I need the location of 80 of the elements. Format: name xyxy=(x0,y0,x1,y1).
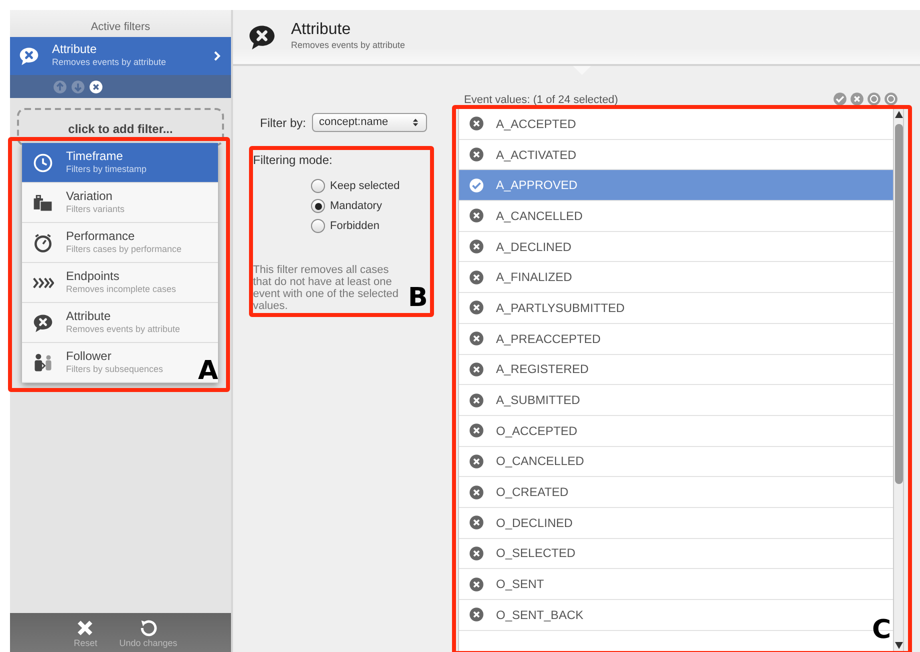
close-icon xyxy=(469,147,484,162)
filter-title: Attribute xyxy=(52,42,98,56)
list-row[interactable]: A_SUBMITTED xyxy=(459,385,893,416)
menu-item-subtitle: Filters cases by performance xyxy=(66,242,182,256)
close-icon xyxy=(469,116,484,132)
menu-item[interactable]: Performance Filters cases by performance xyxy=(22,223,218,263)
menu-item[interactable]: Variation Filters variants xyxy=(22,183,218,223)
list-row[interactable]: A_PARTLYSUBMITTED xyxy=(459,293,893,324)
menu-item-title: Follower xyxy=(66,348,112,363)
menu-item-subtitle: Removes incomplete cases xyxy=(66,282,176,296)
filter-subtitle: Removes events by attribute xyxy=(52,56,168,69)
close-icon xyxy=(469,270,484,285)
list-row[interactable]: A_ACCEPTED xyxy=(459,109,893,140)
radio-label: Keep selected xyxy=(330,178,400,194)
menu-item[interactable]: Attribute Removes events by attribute xyxy=(22,303,218,343)
menu-item-title: Timeframe xyxy=(66,148,124,163)
close-icon xyxy=(469,546,484,561)
list-row[interactable]: A_DECLINED xyxy=(459,232,893,262)
scrollbar[interactable] xyxy=(893,109,903,651)
menu-item[interactable]: Endpoints Removes incomplete cases xyxy=(22,263,218,303)
list-row[interactable]: O_CREATED xyxy=(459,477,893,508)
close-icon xyxy=(469,484,484,500)
close-icon xyxy=(469,423,484,438)
list-title: Event values: (1 of 24 selected) xyxy=(464,93,618,108)
radio-button[interactable] xyxy=(311,219,325,233)
list-row[interactable]: O_ACCEPTED xyxy=(459,416,893,447)
people-icon xyxy=(32,352,54,374)
circle-icon[interactable] xyxy=(867,92,881,106)
page-subtitle: Removes events by attribute xyxy=(291,39,406,52)
annotation-label: B xyxy=(408,285,428,311)
radio-label: Mandatory xyxy=(330,198,382,214)
check-icon xyxy=(469,178,484,193)
radio-button[interactable] xyxy=(311,199,325,213)
active-filter-item[interactable]: Attribute Removes events by attribute xyxy=(10,37,231,75)
updown-arrows-icon xyxy=(411,117,420,128)
circle-icon[interactable] xyxy=(884,92,898,106)
page-title: Attribute xyxy=(291,21,352,40)
undo-icon xyxy=(138,618,158,638)
menu-item-subtitle: Filters by subsequences xyxy=(66,362,164,376)
close-icon xyxy=(469,208,484,224)
list-row[interactable]: A_PREACCEPTED xyxy=(459,324,893,354)
menu-item-title: Endpoints xyxy=(66,268,120,283)
clock-icon xyxy=(32,152,54,174)
list-row[interactable]: A_FINALIZED xyxy=(459,262,893,294)
list-row[interactable]: O_SENT xyxy=(459,569,893,600)
speech-bubble-icon xyxy=(18,45,40,67)
list-row[interactable]: O_CANCELLED xyxy=(459,446,893,478)
menu-item-subtitle: Removes events by attribute xyxy=(66,322,180,336)
remove-icon[interactable] xyxy=(89,80,103,94)
close-icon xyxy=(469,239,484,254)
description-text: This filter removes all cases that do not have at least one event with one of the selected values. xyxy=(253,264,400,312)
filter-by-dropdown[interactable]: concept:name xyxy=(312,113,428,132)
list-row[interactable]: A_REGISTERED xyxy=(459,354,893,386)
list-row[interactable]: O_SELECTED xyxy=(459,538,893,570)
annotation-label: A xyxy=(198,358,218,384)
field-label: Filter by: xyxy=(260,114,306,132)
radio-label: Forbidden xyxy=(330,218,380,234)
menu-item-subtitle: Filters variants xyxy=(66,202,125,216)
close-icon xyxy=(469,515,484,530)
radio-button[interactable] xyxy=(311,179,325,193)
close-icon xyxy=(469,454,484,469)
group-label: Filtering mode: xyxy=(253,152,334,169)
menu-item-subtitle: Filters by timestamp xyxy=(66,162,147,176)
pointer-notch xyxy=(573,66,591,75)
stopwatch-icon xyxy=(32,232,54,254)
close-icon xyxy=(469,362,484,377)
close-icon xyxy=(469,331,484,346)
list-row[interactable]: O_DECLINED xyxy=(459,508,893,539)
close-icon xyxy=(469,300,484,316)
menu-item[interactable]: Timeframe Filters by timestamp xyxy=(22,143,218,183)
close-icon xyxy=(469,607,484,622)
menu-item-title: Performance xyxy=(66,228,136,243)
list-row[interactable]: A_CANCELLED xyxy=(459,201,893,232)
close-icon xyxy=(469,392,484,408)
menu-item-title: Attribute xyxy=(66,308,112,323)
panel-title: Active filters xyxy=(10,10,231,37)
close-icon xyxy=(469,576,484,592)
check-icon[interactable] xyxy=(833,92,847,106)
menu-item-title: Variation xyxy=(66,188,114,203)
close-icon[interactable] xyxy=(850,92,864,106)
